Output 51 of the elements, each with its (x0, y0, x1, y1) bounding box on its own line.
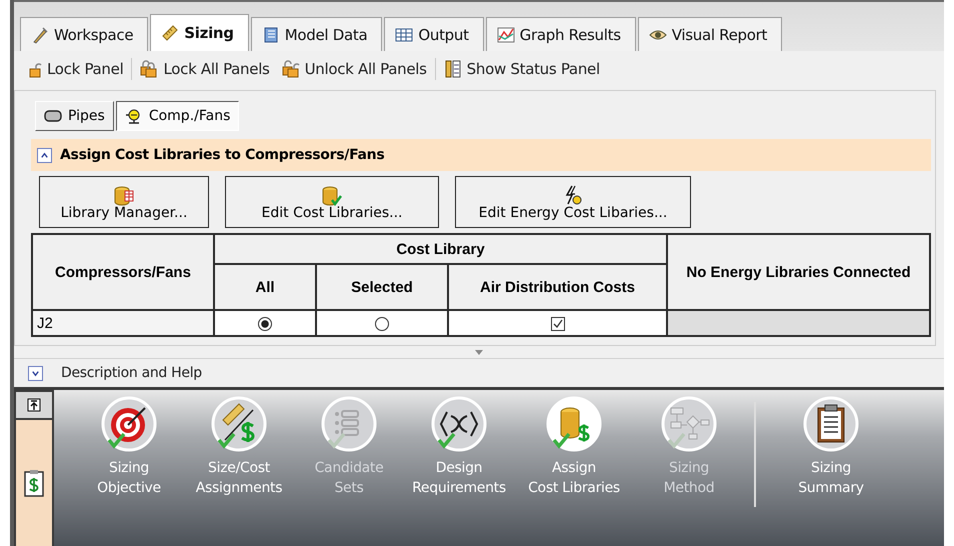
tab[interactable]: Sizing (150, 14, 249, 51)
sub-tab[interactable]: Pipes (35, 101, 114, 131)
checkbox[interactable] (550, 316, 564, 331)
collapse-button[interactable] (37, 148, 52, 162)
toolbar-button[interactable]: Lock All Panels (134, 60, 276, 78)
sub-tab[interactable]: Comp./Fans (116, 101, 240, 131)
pencil-icon (31, 26, 49, 44)
lock-icon (282, 60, 300, 78)
step-button[interactable]: Design Requirements (404, 396, 514, 498)
step-button[interactable]: Sizing Summary (776, 396, 886, 498)
column-group-header: Cost Library (214, 234, 667, 264)
toolbar-button[interactable]: Lock Panel (18, 60, 130, 78)
radio-button[interactable] (375, 316, 389, 331)
column-header: Compressors/Fans (32, 234, 214, 310)
step-button[interactable]: Size/Cost Assignments (184, 396, 294, 498)
column-header: Air Distribution Costs (448, 264, 667, 310)
help-title: Description and Help (61, 365, 202, 381)
tab[interactable]: Visual Report (638, 17, 782, 51)
lock-icon (140, 60, 158, 78)
pin-button[interactable] (16, 392, 52, 418)
toolbar-button[interactable]: Show Status Panel (438, 60, 606, 78)
database-icon (113, 185, 135, 207)
database-icon (321, 185, 343, 207)
column-header: Selected (316, 264, 448, 310)
tab[interactable]: Output (384, 17, 484, 51)
chevron-down-icon (31, 368, 40, 378)
table-cell: J2 (32, 310, 214, 336)
panel-icon (444, 60, 462, 78)
chart-icon (496, 26, 515, 44)
notebook-icon (262, 26, 280, 44)
table-icon (395, 26, 414, 44)
expand-button[interactable] (28, 366, 43, 380)
splitter-handle-icon[interactable] (475, 350, 483, 354)
arrow-up-icon (27, 398, 41, 412)
side-tab[interactable] (16, 420, 52, 546)
toolbar-button[interactable]: Unlock All Panels (276, 60, 433, 78)
chevron-up-icon (40, 150, 49, 160)
tab[interactable]: Graph Results (486, 17, 636, 51)
ruler-icon (161, 24, 180, 42)
section-title: Assign Cost Libraries to Compressors/Fans (60, 147, 384, 163)
tab[interactable]: Model Data (250, 17, 382, 51)
library-button[interactable]: Edit Energy Cost Libaries... (455, 176, 691, 228)
step-button[interactable]: Assign Cost Libraries (514, 396, 634, 498)
column-header: No Energy Libraries Connected (667, 234, 930, 310)
clipboard-dollar-icon (24, 469, 44, 497)
tab[interactable]: Workspace (20, 17, 148, 51)
column-header: All (214, 264, 316, 310)
radio-button[interactable] (258, 316, 272, 331)
step-button[interactable]: Sizing Objective (74, 396, 184, 498)
library-button[interactable]: Edit Cost Libraries... (225, 176, 439, 228)
library-button[interactable]: Library Manager... (39, 176, 209, 228)
